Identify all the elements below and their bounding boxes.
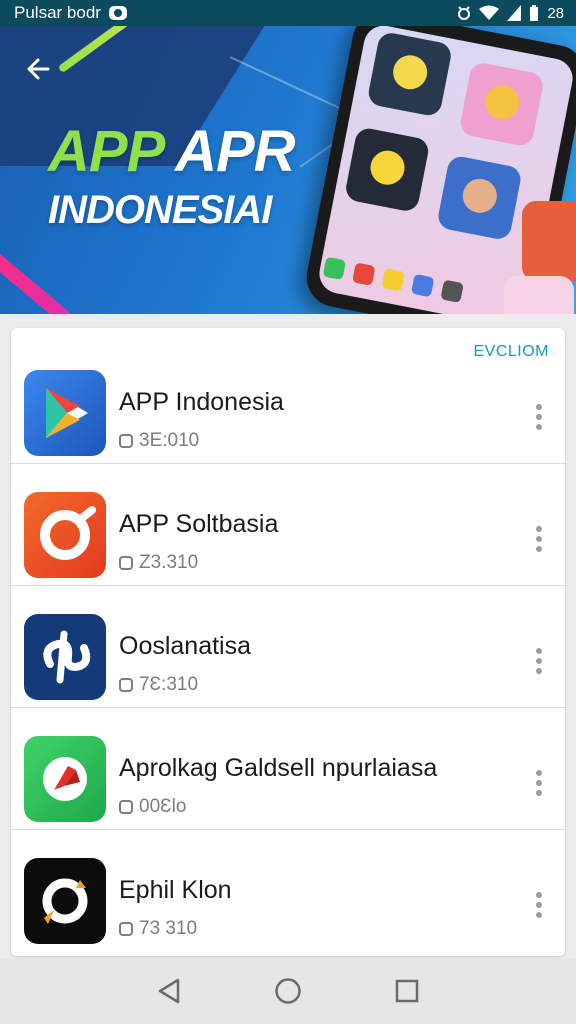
- status-bar: Pulsar bodr 28: [0, 0, 576, 26]
- check-icon: [119, 556, 133, 570]
- check-icon: [119, 800, 133, 814]
- more-options-button[interactable]: [531, 400, 547, 434]
- notification-icon: [108, 6, 127, 20]
- app-name: Aprolkag Galdsell npurlaiasa: [119, 754, 438, 782]
- app-icon: [410, 273, 435, 298]
- duck-icon: [367, 147, 408, 188]
- system-nav-bar: [0, 958, 576, 1024]
- ring-logo-icon: [24, 492, 106, 578]
- status-left: Pulsar bodr: [14, 3, 127, 23]
- status-right-text: 28: [547, 4, 564, 22]
- home-nav-icon: [275, 978, 301, 1004]
- app-meta: 3E:010: [119, 430, 199, 452]
- app-name: APP Soltbasia: [119, 510, 279, 538]
- status-right: 28: [457, 5, 564, 22]
- list-item[interactable]: APP Soltbasia Z3.310: [11, 464, 565, 586]
- check-icon: [119, 434, 133, 448]
- app-meta-value: 73 310: [139, 918, 198, 939]
- mockup-app-tile: [366, 30, 454, 118]
- check-icon: [119, 922, 133, 936]
- list-item[interactable]: Aprolkag Galdsell npurlaiasa 00Ɛlo: [11, 708, 565, 830]
- app-name: Ephil Klon: [119, 876, 232, 904]
- mockup-app-tile: [458, 60, 546, 148]
- hero-stripe-pink: [0, 232, 174, 314]
- chrome-icon: [352, 262, 376, 286]
- hero-title-rest: APR: [175, 119, 295, 184]
- nav-recents-button[interactable]: [389, 973, 425, 1009]
- app-name: APP Indonesia: [119, 388, 284, 416]
- more-options-button[interactable]: [531, 766, 547, 800]
- hero-subtitle: INDONESIAI: [48, 188, 272, 232]
- app-icon: [381, 268, 405, 292]
- wifi-icon: [479, 5, 500, 20]
- spiral-logo-icon: [24, 858, 106, 944]
- list-item[interactable]: APP Indonesia 3E:010: [11, 342, 565, 464]
- back-nav-icon: [159, 978, 180, 1004]
- app-icon: [440, 279, 464, 304]
- alarm-icon: [458, 6, 471, 20]
- knot-logo-icon: [24, 614, 106, 700]
- app-meta: 00Ɛlo: [119, 796, 186, 818]
- list-item[interactable]: Ephil Klon 73 310: [11, 830, 565, 952]
- mockup-side-card: [522, 201, 576, 281]
- app-name: Ooslanatisa: [119, 632, 252, 660]
- nav-back-button[interactable]: [151, 973, 187, 1009]
- mockup-app-tile: [343, 126, 431, 214]
- mockup-app-tile: [436, 154, 523, 242]
- mockup-side-card: [504, 276, 574, 314]
- app-list: EVCLIOM APP Indonesia 3E:010 APP Soltbas…: [11, 328, 565, 956]
- app-meta-value: Z3.310: [139, 552, 199, 573]
- emoji-face-icon: [482, 82, 523, 123]
- hero-title-accent: APP: [48, 119, 163, 184]
- back-button[interactable]: [22, 54, 56, 84]
- list-item[interactable]: Ooslanatisa 7Ɛ:310: [11, 586, 565, 708]
- hero-title: APP APR: [48, 118, 296, 185]
- avatar-icon: [459, 175, 500, 216]
- emoji-face-icon: [390, 52, 431, 93]
- app-meta-value: 00Ɛlo: [139, 796, 187, 817]
- phone-app-icon: [322, 256, 347, 281]
- app-meta-value: 3E:010: [139, 430, 200, 451]
- signal-icon: [507, 5, 522, 21]
- more-options-button[interactable]: [531, 522, 547, 556]
- app-meta-value: 7Ɛ:310: [139, 674, 199, 695]
- check-icon: [119, 678, 133, 692]
- app-meta: 73 310: [119, 918, 197, 940]
- arrow-left-icon: [27, 58, 50, 80]
- app-meta: 7Ɛ:310: [119, 674, 198, 696]
- more-options-button[interactable]: [531, 888, 547, 922]
- app-meta: Z3.310: [119, 552, 198, 574]
- battery-icon: [530, 5, 539, 21]
- play-store-icon: [24, 370, 106, 456]
- compass-logo-icon: [24, 736, 106, 822]
- nav-home-button[interactable]: [270, 973, 306, 1009]
- more-options-button[interactable]: [531, 644, 547, 678]
- mockup-dock: [322, 256, 464, 304]
- carrier-label: Pulsar bodr: [14, 3, 101, 22]
- hero-banner: APP APR INDONESIAI: [0, 26, 576, 314]
- recents-nav-icon: [395, 979, 418, 1003]
